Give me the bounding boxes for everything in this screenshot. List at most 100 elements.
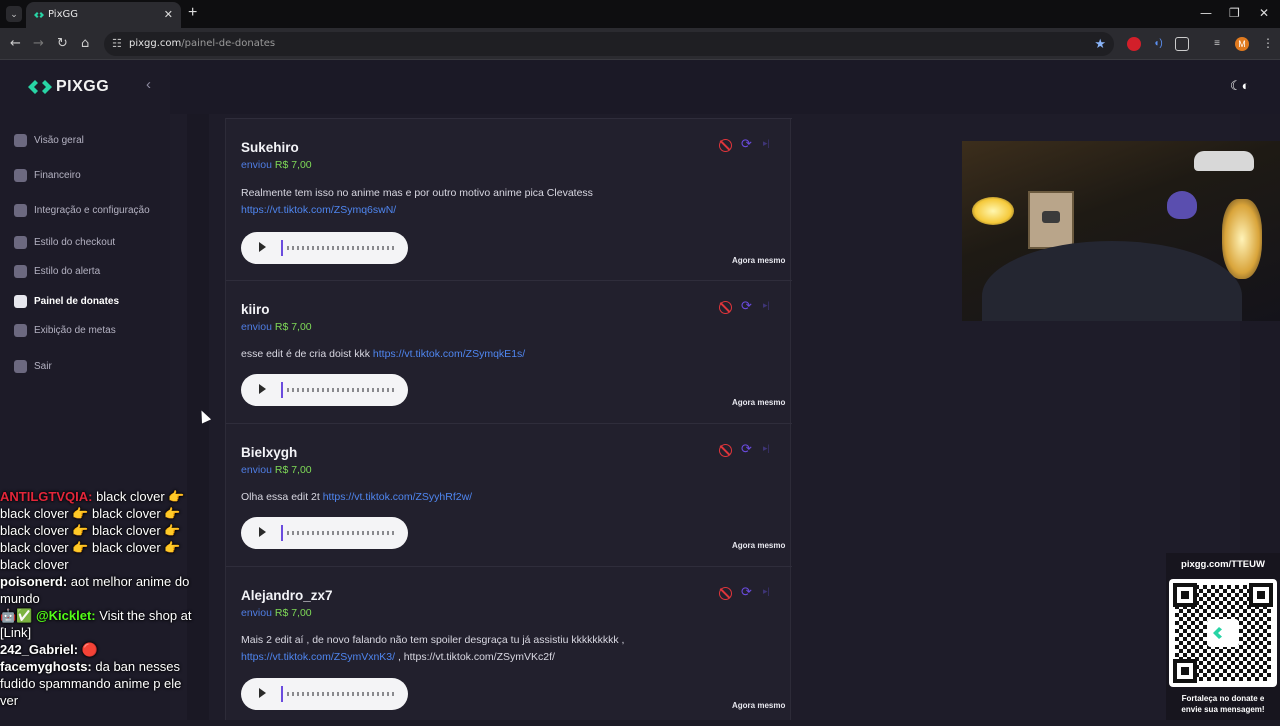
donate-amount: R$ 7,00 [274, 464, 312, 476]
donate-card: Alejandro_zx7 enviou R$ 7,00 ⟳ ▸| Mais 2 edi… [226, 566, 792, 726]
media-controls-icon[interactable]: ≡ [1210, 37, 1224, 51]
qr-cta-line1: Fortaleça no donate e [1181, 694, 1265, 703]
chat-message: ANTILGTVQIA: black clover 👉 black clover… [0, 488, 200, 573]
skip-icon[interactable]: ▸| [763, 586, 770, 597]
sent-label: enviou [241, 159, 272, 171]
qr-cta: Fortaleça no donate e envie sua mensagem… [1166, 693, 1280, 715]
reload-button[interactable]: ↻ [57, 36, 68, 51]
new-tab-button[interactable]: + [188, 4, 197, 22]
sidebar-item-exibição-de-metas[interactable]: Exibição de metas [14, 322, 164, 340]
close-window-button[interactable]: ✕ [1259, 6, 1269, 20]
donate-actions: ⟳ ▸| [719, 298, 779, 315]
block-icon[interactable] [719, 444, 732, 457]
extensions-puzzle-icon[interactable] [1175, 37, 1189, 51]
sidebar-item-sair[interactable]: Sair [14, 358, 164, 376]
playhead[interactable] [281, 240, 283, 256]
chat-username: poisonerd: [0, 574, 68, 589]
waveform[interactable] [287, 388, 395, 392]
back-button[interactable]: ← [10, 36, 21, 51]
play-icon[interactable] [259, 527, 266, 537]
waveform[interactable] [287, 692, 395, 696]
donate-card: Sukehiro enviou R$ 7,00 ⟳ ▸| Realmente tem i… [226, 118, 792, 280]
sidebar-item-estilo-do-checkout[interactable]: Estilo do checkout [14, 234, 164, 252]
streamer-silhouette [982, 241, 1242, 321]
audio-player[interactable] [241, 517, 408, 549]
sidebar-item-label: Visão geral [34, 135, 84, 146]
skip-icon[interactable]: ▸| [763, 443, 770, 454]
car-figure [1194, 151, 1254, 171]
minimize-button[interactable]: — [1200, 6, 1212, 20]
donate-icon [14, 295, 27, 308]
playhead[interactable] [281, 382, 283, 398]
donate-actions: ⟳ ▸| [719, 584, 779, 601]
chat-text: 🔴 [81, 642, 98, 657]
message-text: Realmente tem isso no anime mas e por ou… [241, 187, 593, 199]
playhead[interactable] [281, 525, 283, 541]
audio-player[interactable] [241, 232, 408, 264]
qr-finder-top-left [1173, 583, 1197, 607]
top-bar [170, 60, 1280, 114]
sent-label: enviou [241, 464, 272, 476]
audio-player[interactable] [241, 374, 408, 406]
qr-url: pixgg.com/TTEUW [1181, 559, 1265, 570]
integration-icon [14, 204, 27, 217]
donate-card: kiiro enviou R$ 7,00 ⟳ ▸| esse edit é de cri… [226, 280, 792, 423]
pixgg-logo[interactable]: PIXGG [28, 77, 148, 97]
message-link[interactable]: https://vt.tiktok.com/ZSyyhRf2w/ [323, 491, 472, 503]
sidebar-item-painel-de-donates[interactable]: Painel de donates [14, 293, 164, 311]
browser-tab[interactable]: PixGG ✕ [26, 2, 181, 28]
sidebar-item-estilo-do-alerta[interactable]: Estilo do alerta [14, 263, 164, 281]
wallet-icon [14, 169, 27, 182]
tab-close-icon[interactable]: ✕ [164, 8, 173, 21]
message-link[interactable]: https://vt.tiktok.com/ZSymqkE1s/ [373, 348, 525, 360]
donate-amount-line: enviou R$ 7,00 [241, 159, 312, 171]
play-button-plaque [1028, 191, 1074, 249]
block-icon[interactable] [719, 139, 732, 152]
sidebar-item-integração-e-configuração[interactable]: Integração e configuração [14, 202, 164, 220]
donate-message: esse edit é de cria doist kkk https://vt… [241, 346, 691, 363]
extension-red-icon[interactable] [1127, 37, 1141, 51]
message-link[interactable]: https://vt.tiktok.com/ZSymq6swN/ [241, 204, 396, 216]
waveform[interactable] [287, 246, 395, 250]
profile-avatar[interactable]: M [1235, 37, 1249, 51]
replay-icon[interactable]: ⟳ [741, 584, 752, 600]
browser-menu-icon[interactable]: ⋮ [1262, 36, 1274, 50]
palette-icon [14, 265, 27, 278]
replay-icon[interactable]: ⟳ [741, 441, 752, 457]
play-icon[interactable] [259, 688, 266, 698]
sidebar-item-label: Exibição de metas [34, 325, 116, 336]
qr-finder-bottom-left [1173, 659, 1197, 683]
message-link[interactable]: https://vt.tiktok.com/ZSymVxnK3/ [241, 651, 395, 663]
replay-icon[interactable]: ⟳ [741, 136, 752, 152]
pixgg-logo-icon [28, 80, 52, 94]
logout-icon [14, 360, 27, 373]
address-bar[interactable]: ☷ pixgg.com/painel-de-donates ★ [104, 32, 1114, 56]
theme-toggle-icon[interactable]: ☾◐ [1230, 78, 1250, 94]
qr-panel: pixgg.com/TTEUW Fortaleça no donate e en… [1166, 553, 1280, 720]
donate-actions: ⟳ ▸| [719, 441, 779, 458]
tab-search-button[interactable]: ⌄ [6, 6, 22, 22]
play-icon[interactable] [259, 384, 266, 394]
qr-finder-top-right [1249, 583, 1273, 607]
bookmark-star-icon[interactable]: ★ [1094, 36, 1106, 52]
collapse-sidebar-icon[interactable]: ‹ [146, 76, 151, 93]
playhead[interactable] [281, 686, 283, 702]
skip-icon[interactable]: ▸| [763, 138, 770, 149]
block-icon[interactable] [719, 301, 732, 314]
audio-player[interactable] [241, 678, 408, 710]
play-icon[interactable] [259, 242, 266, 252]
waveform[interactable] [287, 531, 395, 535]
home-button[interactable]: ⌂ [81, 36, 89, 51]
block-icon[interactable] [719, 587, 732, 600]
sidebar-item-financeiro[interactable]: Financeiro [14, 167, 164, 185]
url-text: pixgg.com/painel-de-donates [129, 38, 276, 49]
skip-icon[interactable]: ▸| [763, 300, 770, 311]
site-info-icon[interactable]: ☷ [112, 37, 122, 50]
forward-button[interactable]: → [33, 36, 44, 51]
replay-icon[interactable]: ⟳ [741, 298, 752, 314]
extension-audio-icon[interactable]: ◖) [1151, 37, 1165, 51]
maximize-button[interactable]: ❐ [1229, 6, 1240, 20]
qr-cta-line2: envie sua mensagem! [1181, 705, 1265, 714]
sidebar-item-label: Painel de donates [34, 296, 120, 307]
sidebar-item-visão-geral[interactable]: Visão geral [14, 132, 164, 150]
